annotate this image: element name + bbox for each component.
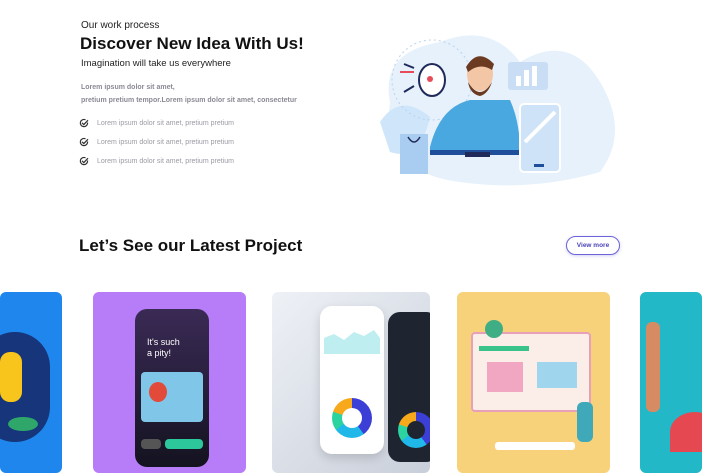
check-circle-icon (79, 156, 89, 166)
project-card[interactable]: It's such a pity! (93, 292, 246, 473)
project-card[interactable] (0, 292, 62, 473)
section-eyebrow: Our work process (81, 20, 160, 31)
section-title: Let’s See our Latest Project (79, 236, 303, 255)
hero-description: Lorem ipsum dolor sit amet, pretium pret… (81, 81, 297, 107)
hero-title: Discover New Idea With Us! (80, 34, 304, 53)
checklist-text: Lorem ipsum dolor sit amet, pretium pret… (97, 138, 234, 146)
hero-subtitle: Imagination will take us everywhere (81, 58, 231, 69)
view-more-button[interactable]: View more (566, 236, 620, 255)
checklist-item: Lorem ipsum dolor sit amet, pretium pret… (79, 156, 234, 166)
description-line: Lorem ipsum dolor sit amet, (81, 84, 175, 91)
check-circle-icon (79, 137, 89, 147)
project-card[interactable] (272, 292, 430, 473)
description-line: pretium pretium tempor.Lorem ipsum dolor… (81, 97, 297, 104)
checklist-item: Lorem ipsum dolor sit amet, pretium pret… (79, 118, 234, 128)
checklist-text: Lorem ipsum dolor sit amet, pretium pret… (97, 119, 234, 127)
check-circle-icon (79, 118, 89, 128)
project-card[interactable] (640, 292, 702, 473)
checklist-item: Lorem ipsum dolor sit amet, pretium pret… (79, 137, 234, 147)
project-card[interactable] (457, 292, 610, 473)
phone-line-chart (324, 330, 380, 354)
phone-headline: It's such a pity! (147, 337, 180, 358)
checklist-text: Lorem ipsum dolor sit amet, pretium pret… (97, 157, 234, 165)
hero-illustration (380, 35, 615, 186)
